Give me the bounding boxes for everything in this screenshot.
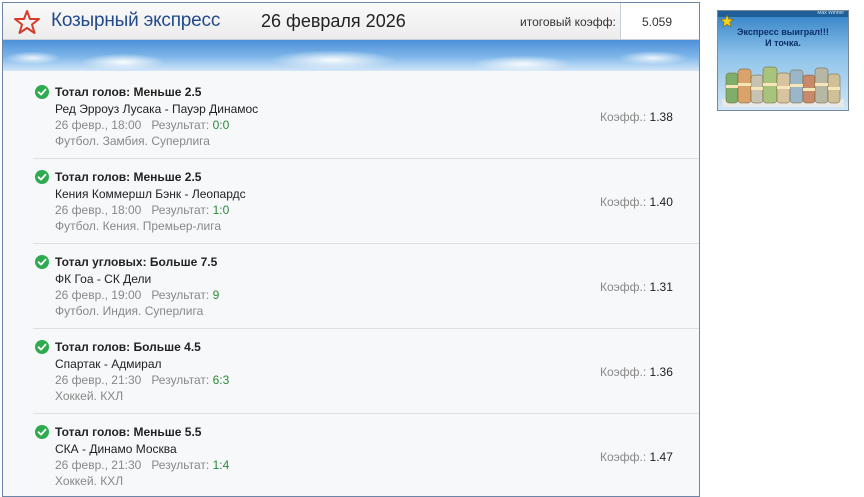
bet-match: СКА - Динамо Москва: [55, 442, 177, 456]
result-label: Результат:: [151, 373, 210, 387]
bet-match: Кения Коммершл Бэнк - Леопардс: [55, 187, 246, 201]
odds-value: 1.31: [649, 280, 673, 294]
result-label: Результат:: [151, 118, 210, 132]
bet-meta: 26 февр., 21:30 Результат: 6:3: [55, 373, 229, 387]
bet-item: Тотал голов: Меньше 2.5 Ред Эрроуз Лусак…: [33, 74, 699, 159]
bet-odds: Коэфф.: 1.31: [600, 280, 673, 294]
odds-label: Коэфф.:: [600, 280, 647, 294]
bet-meta: 26 февр., 18:00 Результат: 0:0: [55, 118, 229, 132]
bet-list: Тотал голов: Меньше 2.5 Ред Эрроуз Лусак…: [33, 74, 699, 496]
bet-datetime: 26 февр., 21:30: [55, 373, 142, 387]
bet-league: Футбол. Замбия. Суперлига: [55, 134, 210, 148]
bet-league: Футбол. Кения. Премьер-лига: [55, 219, 222, 233]
bet-match: Ред Эрроуз Лусака - Пауэр Динамос: [55, 102, 259, 116]
result-label: Результат:: [151, 288, 210, 302]
promo-line-1: Экспресс выиграл!!!: [737, 27, 829, 37]
check-circle-icon: [35, 85, 49, 99]
check-circle-icon: [35, 340, 49, 354]
bet-title: Тотал голов: Меньше 5.5: [55, 425, 202, 439]
bet-result: 9: [212, 288, 220, 302]
odds-label: Коэфф.:: [600, 365, 647, 379]
sky-banner: [3, 40, 699, 71]
bet-datetime: 26 февр., 19:00: [55, 288, 142, 302]
bet-datetime: 26 февр., 18:00: [55, 203, 142, 217]
bet-result: 6:3: [212, 373, 230, 387]
bet-meta: 26 февр., 19:00 Результат: 9: [55, 288, 219, 302]
result-label: Результат:: [151, 203, 210, 217]
bet-datetime: 26 февр., 18:00: [55, 118, 142, 132]
bet-item: Тотал голов: Меньше 5.5 СКА - Динамо Мос…: [33, 414, 699, 496]
check-circle-icon: [35, 255, 49, 269]
bet-result: 0:0: [212, 118, 230, 132]
brand-title: Козырный экспресс: [51, 10, 221, 31]
bet-item: Тотал голов: Меньше 2.5 Кения Коммершл Б…: [33, 159, 699, 244]
star-icon: [720, 14, 734, 28]
odds-label: Коэфф.:: [600, 110, 647, 124]
bet-odds: Коэфф.: 1.40: [600, 195, 673, 209]
express-date: 26 февраля 2026: [261, 11, 406, 31]
odds-value: 1.40: [649, 195, 673, 209]
bet-datetime: 26 февр., 21:30: [55, 458, 142, 472]
total-odds-box: 5.059: [620, 3, 699, 39]
promo-caption: Max Winner: [817, 10, 844, 16]
bet-title: Тотал голов: Меньше 2.5: [55, 85, 202, 99]
total-odds-label: итоговый коэфф:: [520, 15, 616, 29]
bet-match: Спартак - Адмирал: [55, 357, 162, 371]
express-panel: Козырный экспресс 26 февраля 2026 итогов…: [2, 2, 700, 497]
odds-value: 1.38: [649, 110, 673, 124]
bet-meta: 26 февр., 18:00 Результат: 1:0: [55, 203, 229, 217]
bet-title: Тотал угловых: Больше 7.5: [55, 255, 218, 269]
odds-value: 1.36: [649, 365, 673, 379]
bet-title: Тотал голов: Больше 4.5: [55, 340, 201, 354]
header-bar: Козырный экспресс 26 февраля 2026 итогов…: [3, 3, 699, 40]
bet-odds: Коэфф.: 1.38: [600, 110, 673, 124]
promo-line-2: И точка.: [765, 38, 801, 48]
bet-item: Тотал угловых: Больше 7.5 ФК Гоа - СК Де…: [33, 244, 699, 329]
bet-league: Футбол. Индия. Суперлига: [55, 304, 204, 318]
money-rolls-image: [722, 66, 844, 107]
bet-meta: 26 февр., 21:30 Результат: 1:4: [55, 458, 229, 472]
bet-result: 1:4: [212, 458, 230, 472]
odds-value: 1.47: [649, 450, 673, 464]
bet-odds: Коэфф.: 1.36: [600, 365, 673, 379]
odds-label: Коэфф.:: [600, 450, 647, 464]
bet-league: Хоккей. КХЛ: [55, 474, 124, 488]
star-icon: [14, 10, 40, 34]
check-circle-icon: [35, 425, 49, 439]
bet-odds: Коэфф.: 1.47: [600, 450, 673, 464]
promo-top-strip: Max Winner: [718, 11, 848, 17]
bet-item: Тотал голов: Больше 4.5 Спартак - Адмира…: [33, 329, 699, 414]
promo-text: Экспресс выиграл!!! И точка.: [718, 27, 848, 49]
promo-banner[interactable]: Max Winner Экспресс выиграл!!! И точка.: [717, 10, 849, 111]
bet-title: Тотал голов: Меньше 2.5: [55, 170, 202, 184]
bet-league: Хоккей. КХЛ: [55, 389, 124, 403]
bet-match: ФК Гоа - СК Дели: [55, 272, 152, 286]
odds-label: Коэфф.:: [600, 195, 647, 209]
total-odds-value: 5.059: [642, 15, 673, 29]
result-label: Результат:: [151, 458, 210, 472]
check-circle-icon: [35, 170, 49, 184]
bet-result: 1:0: [212, 203, 230, 217]
